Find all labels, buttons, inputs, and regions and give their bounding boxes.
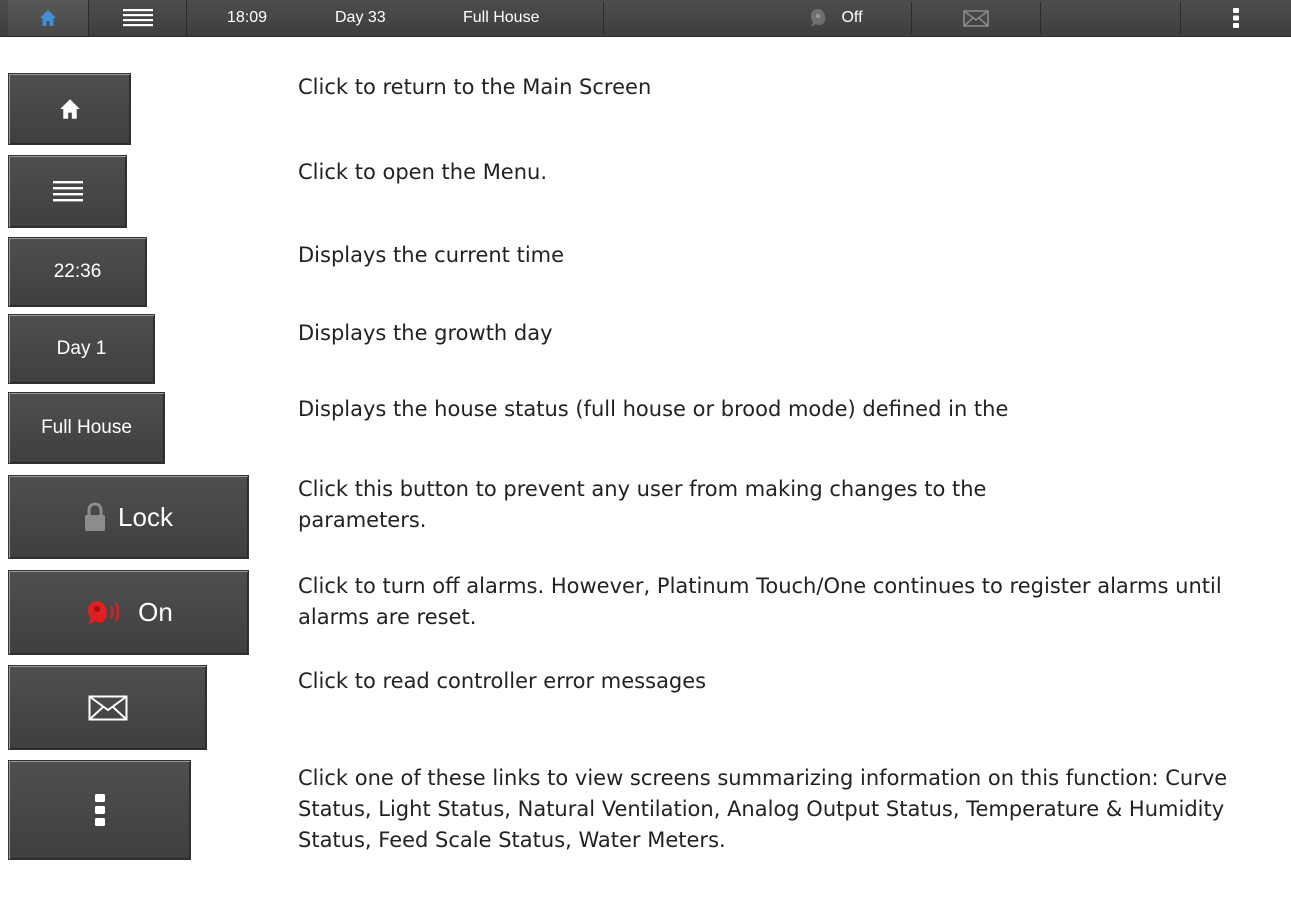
alarm-button-sample[interactable]: On	[8, 570, 249, 655]
house-status-display: Full House	[463, 9, 540, 26]
day-display: Day 33	[335, 9, 386, 26]
house-status-description: Displays the house status (full house or…	[298, 397, 1009, 421]
lock-label: Lock	[118, 501, 173, 532]
divider	[1040, 2, 1041, 34]
time-display: 18:09	[227, 9, 268, 26]
envelope-icon	[88, 695, 127, 720]
alarm-label: On	[138, 597, 173, 627]
home-button-sample[interactable]	[8, 73, 131, 145]
more-options-description: Click one of these links to view screens…	[298, 766, 1228, 852]
house-status-button-sample[interactable]: Full House	[8, 392, 165, 464]
divider	[603, 2, 604, 34]
top-status-bar: 18:09 Day 33 Full House Off	[0, 0, 1291, 37]
lock-button-sample[interactable]: Lock	[8, 475, 249, 559]
messages-description: Click to read controller error messages	[298, 669, 707, 693]
kebab-menu-icon	[1233, 8, 1239, 28]
day-label: Day 1	[56, 338, 107, 359]
time-button-sample[interactable]: 22:36	[8, 237, 147, 307]
alarm-icon	[88, 600, 120, 625]
messages-button[interactable]	[912, 0, 1040, 36]
kebab-menu-icon	[94, 794, 105, 826]
menu-icon	[123, 9, 153, 27]
time-label: 22:36	[53, 261, 102, 282]
menu-button-sample[interactable]	[8, 155, 127, 228]
more-options-button-sample[interactable]	[8, 760, 191, 860]
menu-description: Click to open the Menu.	[298, 160, 548, 184]
menu-icon	[52, 180, 83, 201]
day-button-sample[interactable]: Day 1	[8, 314, 155, 384]
time-description: Displays the current time	[298, 243, 565, 267]
messages-button-sample[interactable]	[8, 665, 207, 750]
home-icon	[59, 99, 80, 119]
more-options-button[interactable]	[1181, 0, 1291, 36]
alarm-toggle-button[interactable]: Off	[760, 0, 910, 36]
lock-icon	[85, 502, 106, 531]
home-button[interactable]	[8, 0, 89, 36]
alarm-icon	[811, 9, 826, 27]
home-icon	[40, 10, 56, 26]
menu-button[interactable]	[90, 0, 187, 36]
day-description: Displays the growth day	[298, 321, 553, 345]
home-description: Click to return to the Main Screen	[298, 75, 652, 99]
alarm-description: Click to turn off alarms. However, Plati…	[298, 574, 1222, 629]
house-status-label: Full House	[41, 417, 132, 438]
envelope-icon	[963, 9, 989, 27]
alarm-state-label: Off	[841, 9, 863, 26]
lock-description: Click this button to prevent any user fr…	[298, 477, 987, 532]
